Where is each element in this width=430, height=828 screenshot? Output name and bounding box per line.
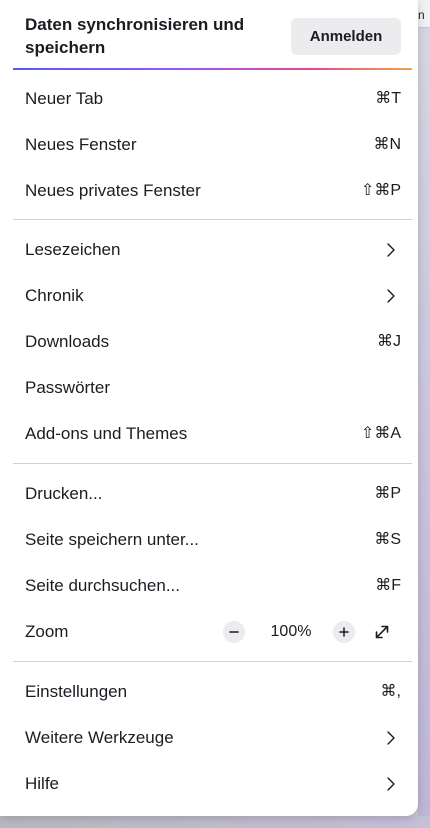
- accent-divider: [13, 68, 412, 70]
- expand-icon: [375, 625, 389, 639]
- zoom-out-button[interactable]: [223, 621, 245, 643]
- sync-title: Daten synchronisieren und speichern: [25, 15, 245, 57]
- shortcut-label: ⇧⌘P: [360, 182, 401, 199]
- menu-item-label: Chronik: [25, 286, 84, 305]
- menu-item-label: Downloads: [25, 332, 110, 351]
- menu-item-label: Seite durchsuchen...: [25, 576, 180, 595]
- menu-item-zoom: Zoom 100%: [13, 612, 412, 652]
- menu-item-find-in-page[interactable]: Seite durchsuchen... ⌘F: [13, 566, 412, 606]
- menu-item-label: Zoom: [25, 622, 69, 641]
- menu-separator: [13, 219, 412, 220]
- menu-item-history[interactable]: Chronik: [13, 276, 412, 316]
- menu-item-print[interactable]: Drucken... ⌘P: [13, 474, 412, 514]
- shortcut-label: ⌘T: [375, 90, 401, 107]
- menu-item-label: Seite speichern unter...: [25, 530, 199, 549]
- background-window: [418, 0, 430, 828]
- chevron-right-icon: [387, 731, 395, 745]
- menu-item-label: Neues privates Fenster: [25, 181, 201, 200]
- menu-item-more-tools[interactable]: Weitere Werkzeuge: [13, 718, 412, 758]
- shortcut-label: ⌘N: [373, 136, 401, 153]
- menu-separator: [13, 463, 412, 464]
- menu-item-new-private-window[interactable]: Neues privates Fenster ⇧⌘P: [13, 171, 412, 211]
- chevron-right-icon: [387, 289, 395, 303]
- menu-item-label: Einstellungen: [25, 682, 128, 701]
- background-window-bottom: [0, 816, 430, 828]
- menu-item-label: Neuer Tab: [25, 89, 104, 108]
- fullscreen-button[interactable]: [371, 621, 393, 643]
- menu-separator: [13, 661, 412, 662]
- shortcut-label: ⌘J: [377, 333, 401, 350]
- zoom-in-button[interactable]: [333, 621, 355, 643]
- chevron-right-icon: [387, 777, 395, 791]
- menu-item-new-window[interactable]: Neues Fenster ⌘N: [13, 125, 412, 165]
- shortcut-label: ⌘,: [380, 683, 401, 700]
- menu-item-label: Neues Fenster: [25, 135, 137, 154]
- sign-in-button[interactable]: Anmelden: [291, 18, 401, 55]
- menu-item-label: Weitere Werkzeuge: [25, 728, 174, 747]
- menu-item-label: Lesezeichen: [25, 240, 121, 259]
- menu-item-bookmarks[interactable]: Lesezeichen: [13, 230, 412, 270]
- shortcut-label: ⌘S: [374, 531, 401, 548]
- chevron-right-icon: [387, 243, 395, 257]
- menu-item-addons[interactable]: Add-ons und Themes ⇧⌘A: [13, 414, 412, 454]
- menu-item-new-tab[interactable]: Neuer Tab ⌘T: [13, 79, 412, 119]
- menu-item-passwords[interactable]: Passwörter: [13, 368, 412, 408]
- zoom-level[interactable]: 100%: [256, 612, 326, 652]
- menu-item-label: Passwörter: [25, 378, 111, 397]
- menu-item-downloads[interactable]: Downloads ⌘J: [13, 322, 412, 362]
- sync-header: Daten synchronisieren und speichern Anme…: [0, 0, 418, 69]
- menu-item-label: Hilfe: [25, 774, 60, 793]
- minus-icon: [229, 631, 239, 633]
- shortcut-label: ⌘F: [375, 577, 401, 594]
- menu-item-help[interactable]: Hilfe: [13, 764, 412, 804]
- plus-icon: [339, 627, 349, 637]
- app-menu-panel: Daten synchronisieren und speichern Anme…: [0, 0, 418, 816]
- shortcut-label: ⌘P: [374, 485, 401, 502]
- shortcut-label: ⇧⌘A: [360, 425, 401, 442]
- menu-item-save-page[interactable]: Seite speichern unter... ⌘S: [13, 520, 412, 560]
- menu-item-label: Add-ons und Themes: [25, 424, 188, 443]
- menu-item-label: Drucken...: [25, 484, 103, 503]
- menu-item-settings[interactable]: Einstellungen ⌘,: [13, 672, 412, 712]
